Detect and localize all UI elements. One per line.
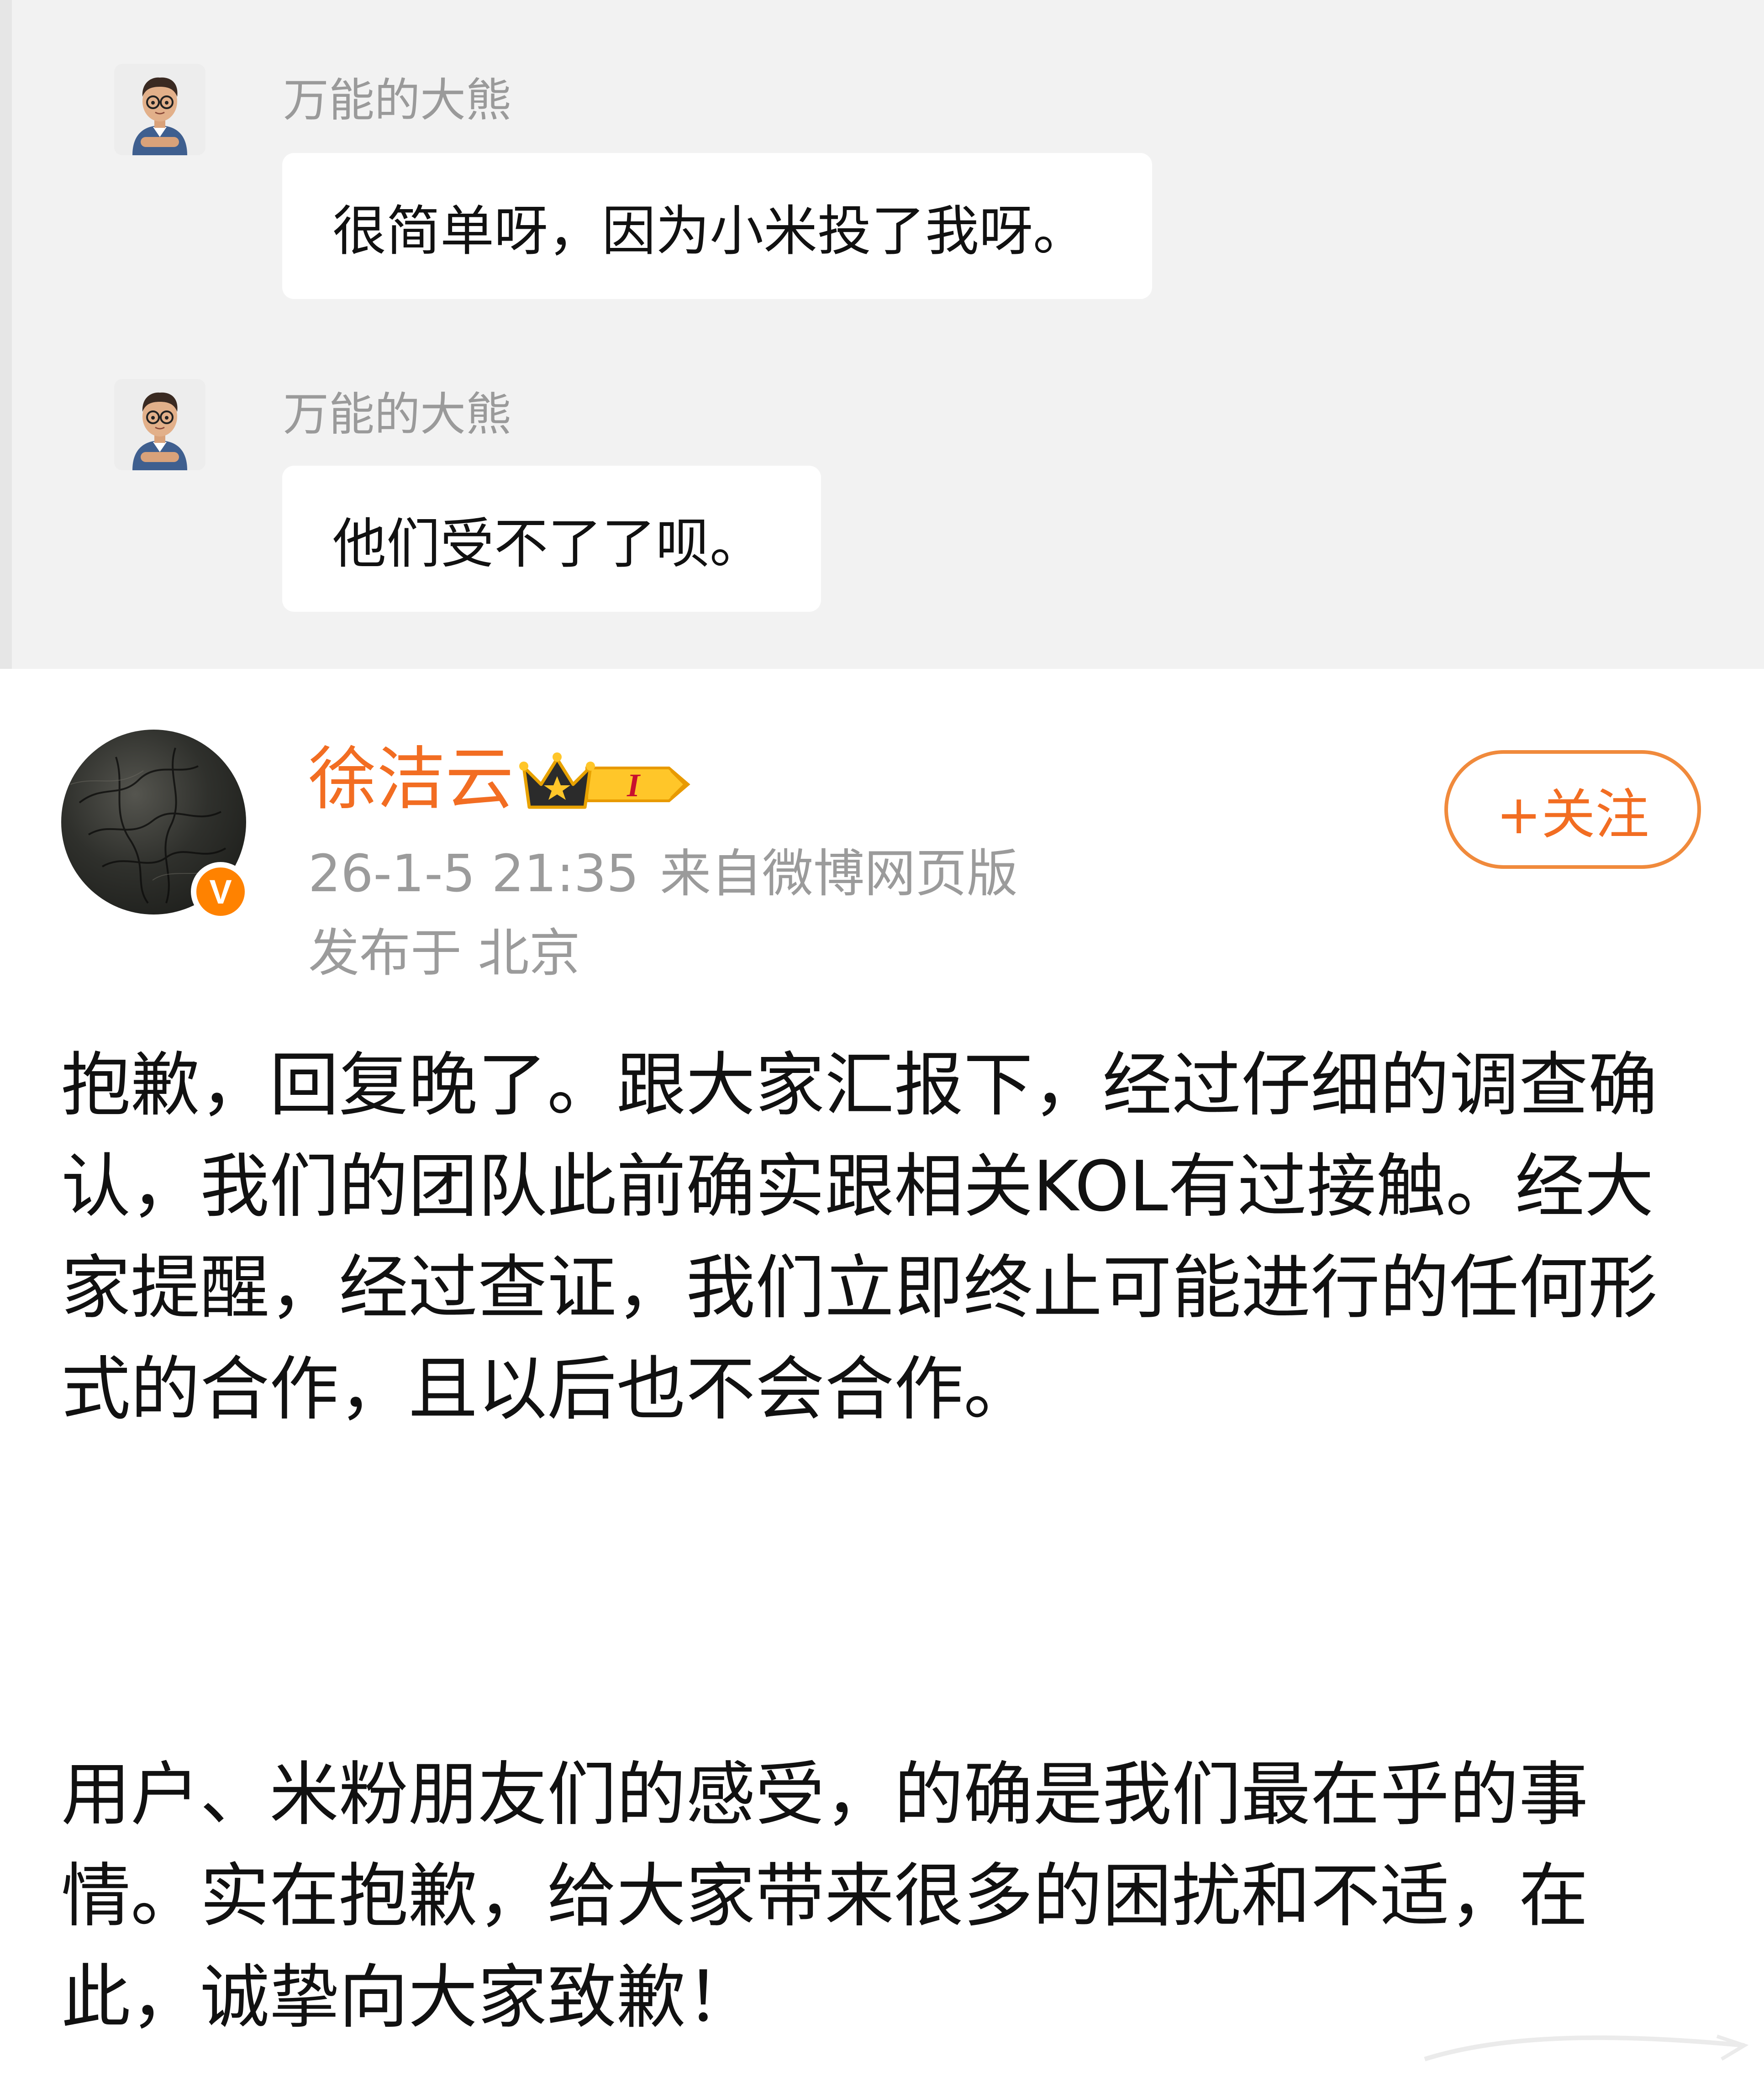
post-source: 来自微博网页版 bbox=[660, 844, 1018, 904]
verified-v-icon: V bbox=[191, 862, 250, 921]
post-paragraph: 用户、米粉朋友们的感受，的确是我们最在乎的事情。实在抱歉，给大家带来很多的困扰和… bbox=[61, 1754, 1588, 2038]
vip-level-text: I bbox=[627, 767, 641, 804]
chat-message-bubble: 很简单呀，因为小米投了我呀。 bbox=[282, 153, 1152, 299]
chat-screenshot-section: 万能的大熊 很简单呀，因为小米投了我呀。 万能的大熊 他们受不了了呗。 bbox=[0, 0, 1764, 669]
weibo-screenshot: 万能的大熊 很简单呀，因为小米投了我呀。 万能的大熊 他们受不了了呗。 V 徐洁… bbox=[0, 0, 1764, 2092]
author-name[interactable]: 徐洁云 bbox=[308, 745, 514, 814]
follow-button[interactable]: +关注 bbox=[1444, 750, 1701, 869]
post-timestamp[interactable]: 26-1-5 21:35 bbox=[308, 848, 639, 899]
chat-left-border bbox=[0, 0, 12, 669]
chat-avatar-icon[interactable] bbox=[114, 64, 205, 155]
post-location: 发布于 北京 bbox=[308, 924, 580, 983]
chat-sender-name[interactable]: 万能的大熊 bbox=[283, 392, 511, 437]
chat-message-bubble: 他们受不了了呗。 bbox=[282, 466, 821, 612]
weibo-watermark-logo bbox=[1406, 2027, 1753, 2077]
post-paragraph: 抱歉，回复晚了。跟大家汇报下，经过仔细的调查确认，我们的团队此前确实跟相关KOL… bbox=[61, 1045, 1658, 1430]
chat-sender-name[interactable]: 万能的大熊 bbox=[283, 78, 511, 123]
crown-vip-icon[interactable]: I bbox=[518, 749, 694, 817]
chat-avatar-icon[interactable] bbox=[114, 379, 205, 470]
